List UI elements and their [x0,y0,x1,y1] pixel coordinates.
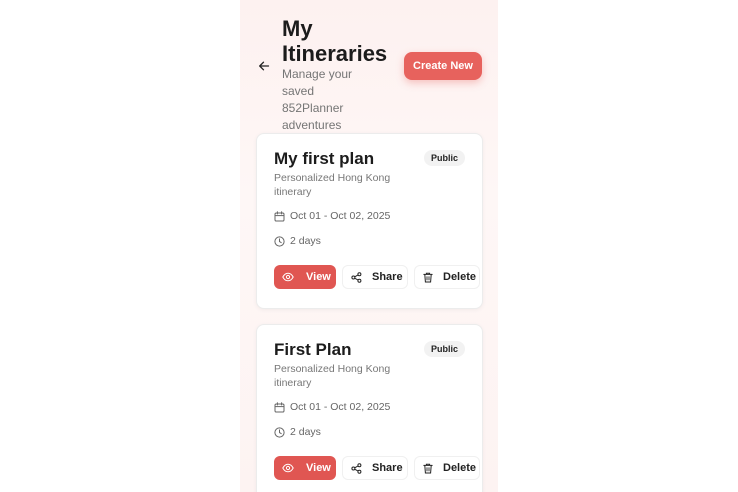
clock-icon [274,426,285,438]
date-range: Oct 01 - Oct 02, 2025 [290,401,391,413]
share-icon [351,271,362,283]
page-title: My Itineraries [282,16,388,66]
view-button[interactable]: View [274,456,336,480]
itinerary-title: My first plan [274,149,375,168]
share-label: Share [372,462,403,474]
date-range: Oct 01 - Oct 02, 2025 [290,210,391,222]
itinerary-card: My first plan Public Personalized Hong K… [256,133,483,309]
delete-button[interactable]: Delete [414,456,480,480]
itinerary-description: Personalized Hong Kong itinerary [274,363,391,389]
eye-icon [282,272,294,282]
trash-icon [423,463,433,474]
itinerary-description: Personalized Hong Kong itinerary [274,172,391,198]
page-subtitle: Manage your saved 852Planner adventures [282,67,353,132]
view-button[interactable]: View [274,265,336,289]
arrow-left-icon [259,61,270,71]
share-button[interactable]: Share [342,265,408,289]
delete-button[interactable]: Delete [414,265,480,289]
calendar-icon [274,210,285,221]
duration: 2 days [290,235,321,247]
itineraries-screen: My Itineraries Manage your saved 852Plan… [240,0,498,492]
delete-label: Delete [443,271,477,283]
duration: 2 days [290,426,321,438]
share-icon [351,462,362,474]
view-label: View [306,462,331,474]
eye-icon [282,463,294,473]
card-actions: View Share Delete [274,456,480,480]
trash-icon [423,272,433,283]
date-row: Oct 01 - Oct 02, 2025 [274,401,390,413]
create-new-button[interactable]: Create New [404,52,482,80]
card-actions: View Share Delete [274,265,480,289]
calendar-icon [274,401,285,412]
back-button[interactable] [256,58,272,74]
clock-icon [274,235,285,247]
delete-label: Delete [443,462,477,474]
share-label: Share [372,271,403,283]
duration-row: 2 days [274,235,321,247]
visibility-badge: Public [424,341,466,357]
itinerary-card: First Plan Public Personalized Hong Kong… [256,324,483,492]
share-button[interactable]: Share [342,456,408,480]
view-label: View [306,271,331,283]
duration-row: 2 days [274,426,321,438]
itinerary-title: First Plan [274,340,352,359]
date-row: Oct 01 - Oct 02, 2025 [274,210,390,222]
visibility-badge: Public [424,150,466,166]
